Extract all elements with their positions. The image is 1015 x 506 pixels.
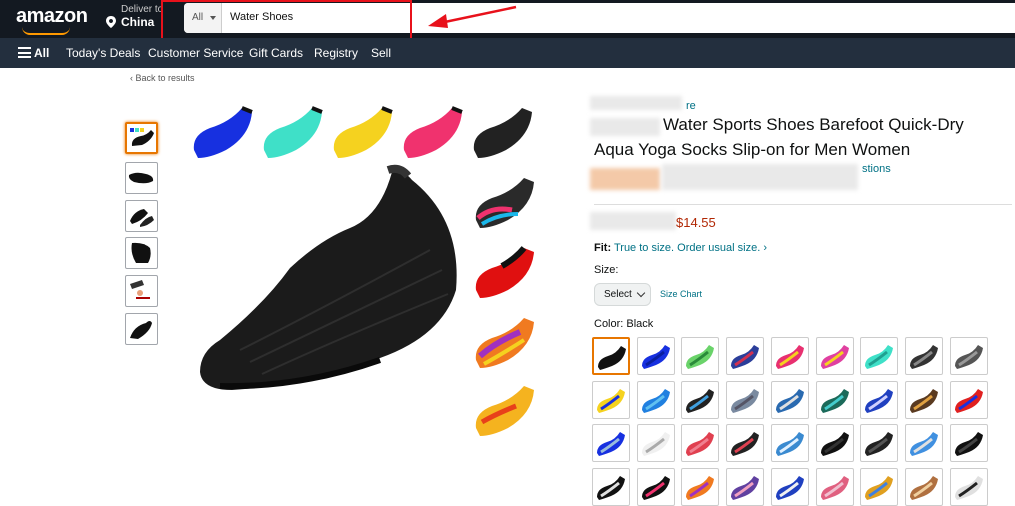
color-swatch[interactable] [770,337,809,375]
color-swatch[interactable] [904,424,943,463]
color-swatch[interactable] [949,380,988,419]
color-swatch[interactable] [860,337,899,375]
menu-icon[interactable] [18,47,31,58]
thumbnail-6[interactable] [125,313,158,345]
color-swatch[interactable] [949,468,988,506]
shoe-red [475,246,534,298]
shoe-graffiti [475,178,534,228]
thumbnail-5[interactable] [125,275,158,307]
thumbnail-1[interactable] [125,122,158,154]
amazon-logo[interactable]: amazon [16,5,88,28]
color-swatch[interactable] [904,337,943,375]
nav-todays-deals[interactable]: Today's Deals [66,46,140,60]
back-to-results-link[interactable]: ‹ Back to results [130,73,195,83]
divider [594,204,1012,205]
color-swatch[interactable] [726,337,765,375]
thumbnail-3[interactable] [125,200,158,232]
color-swatch-selected[interactable] [592,337,630,375]
color-value: Black [626,318,654,330]
color-swatch[interactable] [860,380,899,419]
color-swatch[interactable] [815,380,854,419]
color-swatch[interactable] [770,468,809,506]
size-label: Size: [594,264,619,276]
deliver-location: China [121,15,155,29]
color-swatch[interactable] [636,468,675,506]
shoe-black-large [200,164,457,390]
color-swatch[interactable] [815,337,854,375]
color-swatch[interactable] [860,468,899,506]
color-swatch[interactable] [681,468,720,506]
blurred-store-name [590,96,682,110]
color-swatch[interactable] [949,424,988,463]
blurred-reviews [662,164,858,190]
color-swatch[interactable] [904,380,943,419]
shoe-pink [403,106,463,158]
shoe-rainbow [475,318,534,368]
size-chart-link[interactable]: Size Chart [660,289,702,299]
blurred-rating [590,168,660,190]
size-select[interactable]: Select [594,283,651,306]
shoe-blue [193,106,253,158]
color-swatch[interactable] [726,424,765,463]
product-title-line1: Water Sports Shoes Barefoot Quick-Dry [663,115,964,134]
color-swatch[interactable] [815,424,854,463]
color-swatch[interactable] [592,468,630,506]
blurred-brand [590,118,660,136]
color-swatch[interactable] [636,337,675,375]
price: $14.55 [676,215,716,230]
annotation-arrow-icon [428,5,517,28]
color-swatch[interactable] [770,424,809,463]
nav-registry[interactable]: Registry [314,46,358,60]
nav-bar: All Today's Deals Customer Service Gift … [0,38,1015,68]
color-swatch[interactable] [860,424,899,463]
shoe-orange-pattern [475,386,534,436]
color-swatch[interactable] [681,380,720,419]
blurred-price-label [590,212,676,230]
nav-sell[interactable]: Sell [371,46,391,60]
fit-chevron-icon: › [763,242,768,254]
fit-label: Fit: [594,242,612,254]
size-select-value: Select [604,289,632,300]
color-swatch[interactable] [592,380,630,419]
store-link-fragment[interactable]: re [686,100,696,112]
amazon-smile-icon [22,27,70,35]
thumbnail-2[interactable] [125,162,158,194]
thumbnail-4[interactable] [125,237,158,269]
color-swatch[interactable] [904,468,943,506]
color-swatch[interactable] [770,380,809,419]
nav-customer-service[interactable]: Customer Service [148,46,243,60]
nav-all[interactable]: All [34,46,49,60]
color-swatch[interactable] [726,468,765,506]
shoe-teal [263,106,323,158]
shoe-black-small [473,108,532,158]
deliver-label: Deliver to [121,4,164,15]
color-swatch[interactable] [949,337,988,375]
color-swatch[interactable] [726,380,765,419]
color-swatch[interactable] [681,337,720,375]
location-pin-icon [106,16,116,28]
annotation-highlight-box [161,0,412,43]
fit-info: Fit: True to size. Order usual size. › [594,242,767,254]
nav-gift-cards[interactable]: Gift Cards [249,46,303,60]
chevron-down-icon [636,288,646,298]
color-label: Color: [594,318,624,330]
color-swatch[interactable] [815,468,854,506]
product-title-line2: Aqua Yoga Socks Slip-on for Men Women [594,140,911,159]
fit-link[interactable]: True to size. Order usual size. [614,242,760,254]
color-label-row: Color: Black [594,318,653,330]
color-swatch[interactable] [636,424,675,463]
color-swatch[interactable] [681,424,720,463]
questions-link-fragment[interactable]: stions [862,163,891,175]
main-product-image[interactable] [180,90,550,450]
color-swatch[interactable] [636,380,675,419]
color-swatch[interactable] [592,424,630,463]
shoe-yellow [333,106,393,158]
